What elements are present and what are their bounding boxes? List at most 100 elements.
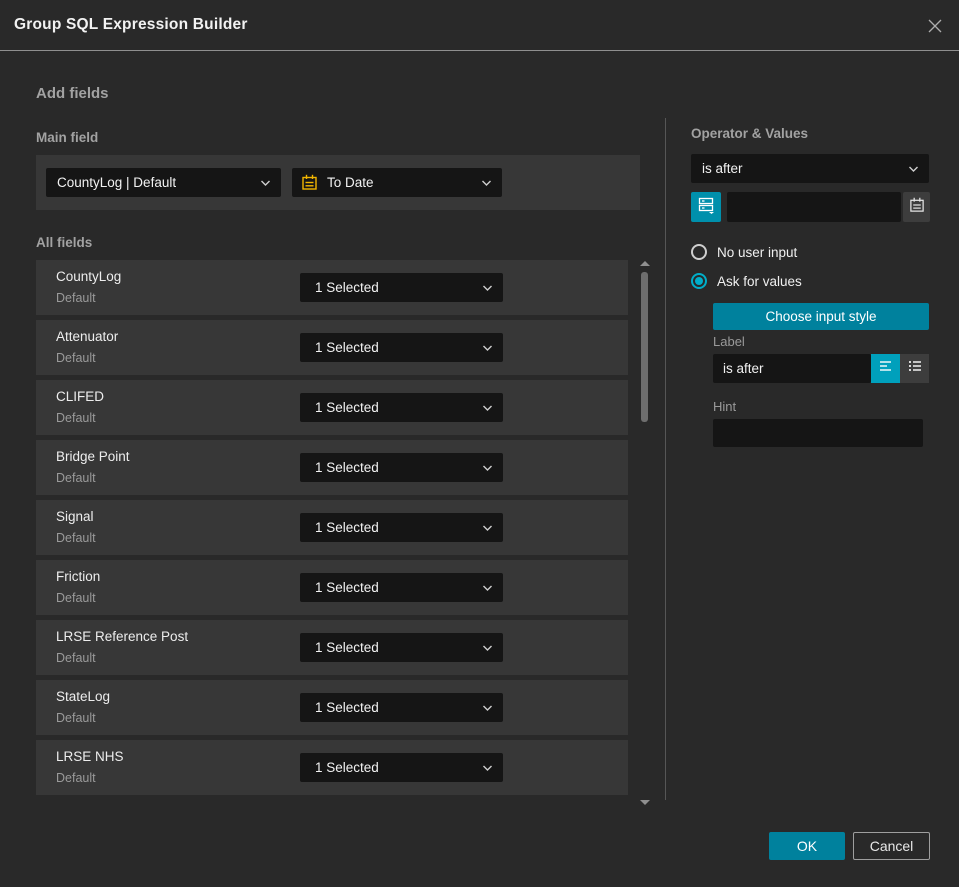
field-selection-value: 1 Selected: [315, 340, 379, 355]
list-scrollbar: [639, 258, 651, 808]
chevron-down-icon: [260, 179, 271, 186]
field-selection-value: 1 Selected: [315, 640, 379, 655]
cancel-button[interactable]: Cancel: [853, 832, 930, 860]
field-name: StateLog: [56, 689, 111, 704]
scroll-up-arrow-icon[interactable]: [640, 261, 650, 266]
field-sublabel: Default: [56, 531, 96, 545]
field-row: Signal Default 1 Selected: [36, 500, 628, 555]
main-field-panel: CountyLog | Default To Date: [36, 155, 640, 210]
dialog-title: Group SQL Expression Builder: [14, 16, 248, 33]
field-selection-dropdown[interactable]: 1 Selected: [300, 333, 503, 362]
field-row: StateLog Default 1 Selected: [36, 680, 628, 735]
main-field-select[interactable]: CountyLog | Default: [46, 168, 281, 197]
chevron-down-icon: [482, 764, 493, 771]
hint-input[interactable]: [713, 419, 923, 447]
no-user-input-radio[interactable]: No user input: [691, 244, 797, 260]
field-selection-value: 1 Selected: [315, 460, 379, 475]
field-name: Friction: [56, 569, 101, 584]
field-sublabel: Default: [56, 291, 96, 305]
field-selection-value: 1 Selected: [315, 280, 379, 295]
ask-for-values-radio[interactable]: Ask for values: [691, 273, 802, 289]
label-field-label: Label: [713, 334, 745, 349]
chevron-down-icon: [482, 464, 493, 471]
field-selection-value: 1 Selected: [315, 580, 379, 595]
field-name: LRSE NHS: [56, 749, 124, 764]
chevron-down-icon: [482, 704, 493, 711]
chevron-down-icon: [482, 404, 493, 411]
field-selection-dropdown[interactable]: 1 Selected: [300, 453, 503, 482]
field-row: CLIFED Default 1 Selected: [36, 380, 628, 435]
date-field-select[interactable]: To Date: [292, 168, 502, 197]
main-field-label: Main field: [36, 130, 99, 145]
field-name: CLIFED: [56, 389, 105, 404]
field-name: LRSE Reference Post: [56, 629, 189, 644]
field-row: LRSE Reference Post Default 1 Selected: [36, 620, 628, 675]
field-sublabel: Default: [56, 771, 96, 785]
field-sublabel: Default: [56, 471, 96, 485]
group-sql-expression-builder-dialog: Group SQL Expression Builder Add fields …: [0, 0, 959, 887]
panel-divider: [665, 118, 666, 800]
field-selection-value: 1 Selected: [315, 700, 379, 715]
label-input[interactable]: [713, 354, 871, 383]
date-picker-button[interactable]: [903, 192, 930, 222]
all-fields-list: CountyLog Default 1 Selected Attenuator …: [36, 260, 628, 795]
field-name: CountyLog: [56, 269, 122, 284]
no-user-input-label: No user input: [717, 244, 798, 260]
add-fields-heading: Add fields: [36, 85, 109, 102]
main-field-select-value: CountyLog | Default: [57, 175, 177, 190]
field-sublabel: Default: [56, 351, 96, 365]
field-sublabel: Default: [56, 591, 96, 605]
hint-field-label: Hint: [713, 399, 737, 414]
chevron-down-icon: [481, 179, 492, 186]
field-selection-dropdown[interactable]: 1 Selected: [300, 633, 503, 662]
chevron-down-icon: [482, 644, 493, 651]
field-selection-value: 1 Selected: [315, 520, 379, 535]
calendar-icon: [301, 174, 318, 191]
chevron-down-icon: [908, 165, 919, 172]
list-icon: [907, 358, 923, 379]
choose-input-style-button[interactable]: Choose input style: [713, 303, 929, 330]
field-selection-dropdown[interactable]: 1 Selected: [300, 513, 503, 542]
single-value-style-button[interactable]: [871, 354, 900, 383]
chevron-down-icon: [482, 344, 493, 351]
input-style-toggle-group: [871, 354, 929, 383]
list-style-button[interactable]: [900, 354, 929, 383]
radio-unchecked-icon: [691, 244, 707, 260]
dialog-titlebar: Group SQL Expression Builder: [0, 0, 959, 51]
align-left-icon: [878, 358, 894, 379]
unique-values-icon: [697, 196, 715, 219]
field-row: LRSE NHS Default 1 Selected: [36, 740, 628, 795]
field-row: Friction Default 1 Selected: [36, 560, 628, 615]
field-selection-dropdown[interactable]: 1 Selected: [300, 753, 503, 782]
field-name: Bridge Point: [56, 449, 130, 464]
chevron-down-icon: [482, 584, 493, 591]
all-fields-label: All fields: [36, 235, 93, 250]
field-selection-dropdown[interactable]: 1 Selected: [300, 693, 503, 722]
operator-select-value: is after: [702, 161, 743, 176]
field-row: CountyLog Default 1 Selected: [36, 260, 628, 315]
field-selection-dropdown[interactable]: 1 Selected: [300, 393, 503, 422]
scrollbar-thumb[interactable]: [641, 272, 648, 422]
scroll-down-arrow-icon[interactable]: [640, 800, 650, 805]
field-selection-value: 1 Selected: [315, 400, 379, 415]
field-name: Attenuator: [56, 329, 119, 344]
ok-button[interactable]: OK: [769, 832, 845, 860]
field-sublabel: Default: [56, 711, 96, 725]
date-field-select-value: To Date: [327, 175, 374, 190]
field-sublabel: Default: [56, 411, 96, 425]
field-name: Signal: [56, 509, 94, 524]
chevron-down-icon: [482, 524, 493, 531]
field-row: Bridge Point Default 1 Selected: [36, 440, 628, 495]
operator-values-heading: Operator & Values: [691, 126, 809, 141]
close-icon[interactable]: [925, 16, 945, 36]
ask-for-values-label: Ask for values: [717, 273, 802, 289]
field-selection-dropdown[interactable]: 1 Selected: [300, 273, 503, 302]
operator-select[interactable]: is after: [691, 154, 929, 183]
radio-checked-icon: [691, 273, 707, 289]
calendar-icon: [909, 197, 925, 218]
field-sublabel: Default: [56, 651, 96, 665]
value-input[interactable]: [727, 192, 901, 222]
set-values-from-data-button[interactable]: [691, 192, 721, 222]
field-selection-dropdown[interactable]: 1 Selected: [300, 573, 503, 602]
field-selection-value: 1 Selected: [315, 760, 379, 775]
